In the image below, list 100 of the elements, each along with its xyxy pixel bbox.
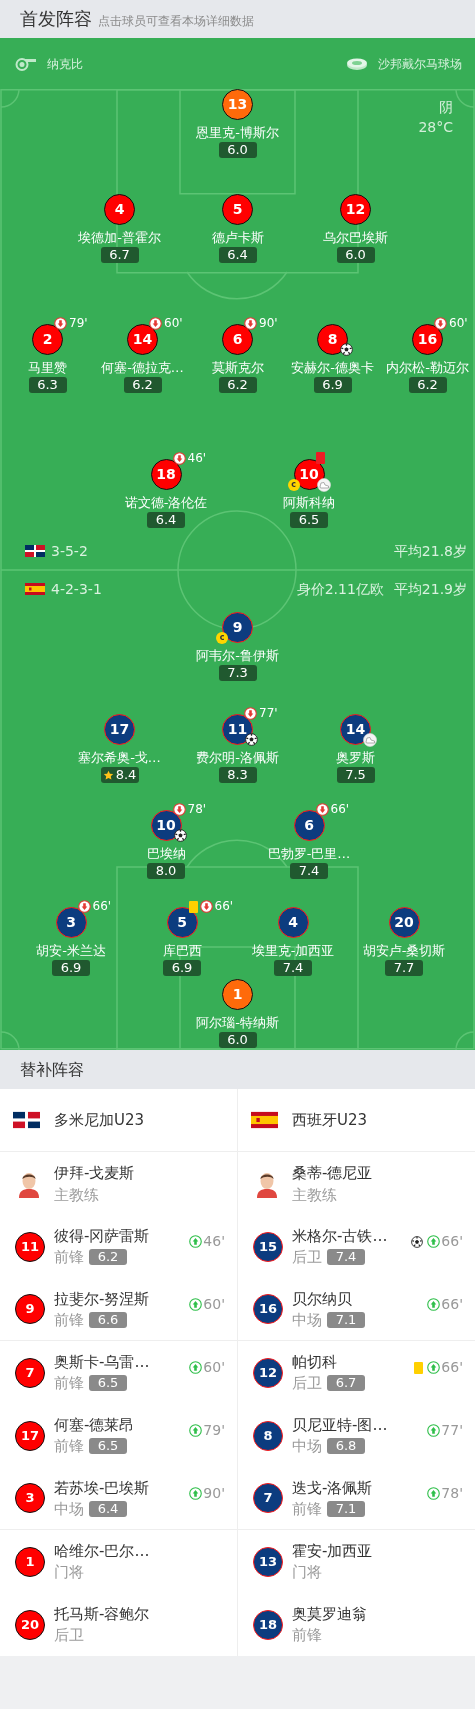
rating-value: 6.9 <box>171 960 193 976</box>
substitution-on-icon <box>427 1235 441 1248</box>
player-number[interactable]: 13 <box>222 89 253 120</box>
player-name: 奥斯卡-乌雷… <box>54 1352 151 1372</box>
substitution-off-icon <box>54 317 67 330</box>
substitution-minute: 60' <box>449 317 468 330</box>
player-name: 何塞-德拉克… <box>101 359 184 376</box>
player-number[interactable]: 12 <box>340 194 371 225</box>
player-number[interactable]: 15 <box>253 1231 283 1262</box>
rating-value: 6.2 <box>132 377 153 393</box>
player-rating: 6.4 <box>89 1500 127 1517</box>
player-number[interactable]: 18 <box>150 459 182 490</box>
player-number[interactable]: 11 <box>15 1231 45 1262</box>
player-number[interactable]: 17 <box>104 714 135 745</box>
coach-role: 主教练 <box>292 1184 338 1206</box>
substitution-off-icon <box>434 317 447 330</box>
rating-value: 6.2 <box>227 377 248 393</box>
player-name: 阿尔瑙-特纳斯 <box>196 1014 279 1031</box>
player-name: 胡安卢-桑切斯 <box>362 942 446 959</box>
substitution-minute: 78' <box>441 1483 463 1503</box>
player-name: 贝尼亚特-图… <box>292 1415 389 1435</box>
substitution-on-icon <box>427 1486 441 1500</box>
player-number[interactable]: 17 <box>15 1420 45 1451</box>
team-stat: 平均21.9岁 <box>393 579 467 599</box>
player-position: 中场 <box>292 1436 322 1456</box>
stadium-name: 沙邦戴尔马球场 <box>378 55 462 73</box>
formation-text: 3-5-2 <box>51 541 88 561</box>
rating-value: 8.0 <box>155 863 177 879</box>
player-number[interactable]: 4 <box>104 194 135 225</box>
player-number[interactable]: 4 <box>277 907 309 938</box>
player-name: 诺文德-洛伦佐 <box>124 494 208 511</box>
substitution-on-icon <box>427 1424 441 1437</box>
player-position: 中场 <box>54 1498 84 1519</box>
player-number[interactable]: 20 <box>15 1609 45 1640</box>
player-rating: 6.7 <box>327 1375 365 1391</box>
player-name: 奥莫罗迪翁 <box>292 1604 368 1624</box>
player-number[interactable]: 7 <box>15 1357 45 1388</box>
player-number[interactable]: 7 <box>253 1483 283 1513</box>
player-position: 前锋 <box>292 1625 322 1645</box>
player-number[interactable]: 14 <box>127 324 158 355</box>
player-number[interactable]: 8 <box>317 324 348 355</box>
player-number[interactable]: 5 <box>222 194 253 225</box>
substitution-minute: 77' <box>441 1421 463 1440</box>
player-number[interactable]: 14 <box>340 714 371 745</box>
player-number[interactable]: 2 <box>32 324 63 355</box>
rating-value: 7.4 <box>298 863 320 879</box>
player-name: 霍安-加西亚 <box>292 1541 374 1561</box>
card-icon <box>315 452 325 464</box>
player-rating: 7.4 <box>327 1249 365 1265</box>
player-number[interactable]: 3 <box>55 907 87 938</box>
coach-name: 桑蒂-德尼亚 <box>292 1162 373 1184</box>
player-name: 贝尔纳贝 <box>292 1288 353 1309</box>
player-name: 帕切科 <box>292 1352 338 1372</box>
player-number[interactable]: 9 <box>15 1294 45 1324</box>
substitution-minute: 46' <box>203 1232 225 1251</box>
substitution-minute: 60' <box>164 317 183 330</box>
player-number[interactable]: 6 <box>293 810 325 841</box>
player-rating: 6.5 <box>89 1438 127 1454</box>
substitution-minute: 90' <box>203 1483 225 1503</box>
player-number[interactable]: 8 <box>253 1420 283 1451</box>
substitution-minute: 46' <box>187 452 207 465</box>
substitution-off-icon <box>244 317 257 330</box>
player-name: 阿斯科纳 <box>283 494 335 511</box>
player-number[interactable]: 1 <box>15 1546 45 1577</box>
player-rating: 7.1 <box>327 1500 365 1517</box>
player-number[interactable]: 16 <box>253 1294 283 1324</box>
player-name: 费尔明-洛佩斯 <box>196 749 279 766</box>
player-name: 胡安-米兰达 <box>36 942 106 959</box>
player-number[interactable]: 12 <box>253 1357 283 1388</box>
player-number[interactable]: 1 <box>222 979 253 1010</box>
player-number[interactable]: 13 <box>253 1546 283 1577</box>
coach-name: 伊拜-戈麦斯 <box>54 1162 135 1184</box>
substitution-on-icon <box>189 1361 203 1374</box>
substitution-minute: 66' <box>92 900 112 913</box>
rating-value: 6.9 <box>60 960 82 976</box>
player-name: 何塞-德莱昂 <box>54 1415 136 1435</box>
section-subtitle: 点击球员可查看本场详细数据 <box>98 13 254 30</box>
player-position: 后卫 <box>54 1625 84 1645</box>
player-rating: 6.8 <box>327 1438 365 1454</box>
player-number[interactable]: 20 <box>388 907 420 938</box>
player-name: 德卢卡斯 <box>211 229 264 246</box>
player-number[interactable]: 6 <box>222 324 253 355</box>
rating-value: 6.4 <box>227 247 248 263</box>
player-number[interactable]: 16 <box>412 324 443 355</box>
substitution-minute: 60' <box>203 1358 225 1377</box>
substitution-off-icon <box>199 900 213 913</box>
player-number[interactable]: 18 <box>253 1609 283 1640</box>
team-name: 西班牙U23 <box>292 1109 368 1131</box>
rating-value: 6.0 <box>227 142 248 158</box>
player-number[interactable]: 5 <box>166 907 198 938</box>
team-stat: 身价2.11亿欧 <box>296 579 384 599</box>
boot-icon <box>316 478 331 492</box>
player-number[interactable]: 3 <box>15 1483 45 1513</box>
player-name: 乌尔巴埃斯 <box>323 229 388 246</box>
player-position: 前锋 <box>292 1498 322 1519</box>
star-icon <box>102 769 114 781</box>
captain-badge: c <box>287 479 300 491</box>
player-name: 阿韦尔-鲁伊斯 <box>196 647 279 664</box>
rating-value: 6.4 <box>155 512 177 528</box>
team-name: 多米尼加U23 <box>54 1109 145 1131</box>
